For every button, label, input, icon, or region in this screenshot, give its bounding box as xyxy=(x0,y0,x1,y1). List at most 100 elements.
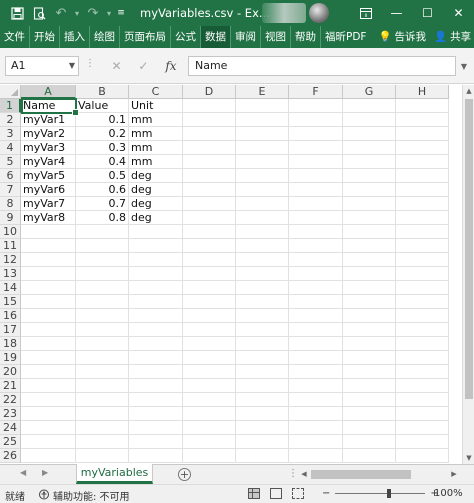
cell[interactable] xyxy=(129,337,183,351)
cell[interactable] xyxy=(343,99,396,113)
cell[interactable]: deg xyxy=(129,211,183,225)
cell[interactable] xyxy=(236,211,289,225)
cell[interactable] xyxy=(396,99,449,113)
cell[interactable] xyxy=(289,267,343,281)
cell[interactable] xyxy=(343,337,396,351)
minimize-button[interactable]: — xyxy=(381,0,412,26)
cell[interactable] xyxy=(21,365,76,379)
cell[interactable] xyxy=(343,309,396,323)
scrollbar-thumb[interactable] xyxy=(311,470,411,479)
ribbon-tab[interactable]: 页面布局 xyxy=(119,26,170,48)
previous-sheet-icon[interactable]: ◀ xyxy=(20,468,26,477)
cell[interactable] xyxy=(21,393,76,407)
row-header[interactable]: 11 xyxy=(0,239,21,253)
cell[interactable] xyxy=(343,155,396,169)
ribbon-tab[interactable]: 绘图 xyxy=(89,26,119,48)
cell[interactable] xyxy=(236,183,289,197)
cell[interactable] xyxy=(76,295,129,309)
cell[interactable] xyxy=(396,141,449,155)
scroll-down-icon[interactable]: ▼ xyxy=(463,452,474,464)
dropdown-icon[interactable]: ▾ xyxy=(104,2,114,24)
zoom-slider[interactable] xyxy=(335,489,426,498)
cell[interactable] xyxy=(396,309,449,323)
cell[interactable] xyxy=(236,435,289,449)
cell[interactable] xyxy=(236,379,289,393)
row-header[interactable]: 3 xyxy=(0,127,21,141)
cell[interactable] xyxy=(396,281,449,295)
cell[interactable] xyxy=(396,449,449,463)
cell[interactable] xyxy=(289,281,343,295)
ribbon-tab[interactable]: 公式 xyxy=(170,26,200,48)
row-header[interactable]: 6 xyxy=(0,169,21,183)
cell[interactable] xyxy=(76,267,129,281)
cell[interactable] xyxy=(236,113,289,127)
cell[interactable] xyxy=(183,295,236,309)
column-header[interactable]: A xyxy=(21,85,76,99)
cell[interactable] xyxy=(289,309,343,323)
cell[interactable] xyxy=(76,421,129,435)
cell[interactable] xyxy=(289,253,343,267)
cell[interactable] xyxy=(236,127,289,141)
cell[interactable] xyxy=(236,169,289,183)
vertical-scrollbar[interactable]: ▲ ▼ xyxy=(462,85,474,464)
cell[interactable] xyxy=(129,393,183,407)
cell[interactable] xyxy=(129,281,183,295)
cell[interactable] xyxy=(183,407,236,421)
resize-handle-icon[interactable]: ⋮ xyxy=(85,58,95,69)
cell[interactable] xyxy=(129,253,183,267)
scroll-right-icon[interactable]: ▶ xyxy=(448,468,460,481)
cell[interactable] xyxy=(21,449,76,463)
cell[interactable] xyxy=(183,309,236,323)
cell[interactable] xyxy=(396,323,449,337)
cell[interactable] xyxy=(76,239,129,253)
cell[interactable] xyxy=(21,225,76,239)
row-header[interactable]: 1 xyxy=(0,99,21,113)
cell[interactable]: myVar1 xyxy=(21,113,76,127)
column-header[interactable]: F xyxy=(289,85,343,99)
cell[interactable] xyxy=(76,351,129,365)
cell[interactable] xyxy=(396,197,449,211)
cell[interactable] xyxy=(289,99,343,113)
cell[interactable] xyxy=(236,281,289,295)
redo-icon[interactable]: ↷ xyxy=(82,2,104,24)
cell[interactable] xyxy=(343,449,396,463)
cell[interactable]: 0.7 xyxy=(76,197,129,211)
cell[interactable]: mm xyxy=(129,127,183,141)
cell[interactable] xyxy=(76,365,129,379)
row-header[interactable]: 5 xyxy=(0,155,21,169)
cell[interactable] xyxy=(343,253,396,267)
cell[interactable] xyxy=(76,281,129,295)
cell[interactable] xyxy=(343,127,396,141)
cell[interactable] xyxy=(343,211,396,225)
cell[interactable] xyxy=(76,449,129,463)
cell[interactable] xyxy=(289,435,343,449)
cell[interactable] xyxy=(183,225,236,239)
cell[interactable] xyxy=(76,253,129,267)
page-break-view-icon[interactable] xyxy=(292,488,304,499)
ribbon-tab[interactable]: 数据 xyxy=(200,26,230,48)
zoom-level[interactable]: 100% xyxy=(434,488,463,499)
cell[interactable] xyxy=(289,323,343,337)
cell[interactable] xyxy=(76,379,129,393)
ribbon-tab[interactable]: 文件 xyxy=(0,26,29,48)
cell[interactable]: Value xyxy=(76,99,129,113)
cell[interactable] xyxy=(289,127,343,141)
horizontal-scrollbar[interactable]: ◀ ▶ xyxy=(298,468,460,481)
cell[interactable] xyxy=(236,393,289,407)
maximize-button[interactable]: ☐ xyxy=(412,0,443,26)
cell[interactable] xyxy=(343,267,396,281)
cell[interactable] xyxy=(183,281,236,295)
cell[interactable] xyxy=(21,239,76,253)
cell[interactable] xyxy=(21,253,76,267)
cell[interactable] xyxy=(129,435,183,449)
cell[interactable] xyxy=(183,337,236,351)
ribbon-tab[interactable]: 福昕PDF xyxy=(320,26,370,48)
cell[interactable] xyxy=(396,295,449,309)
cell[interactable] xyxy=(183,127,236,141)
cell[interactable] xyxy=(236,239,289,253)
row-header[interactable]: 24 xyxy=(0,421,21,435)
row-header[interactable]: 14 xyxy=(0,281,21,295)
print-preview-icon[interactable] xyxy=(28,2,50,24)
cell[interactable]: deg xyxy=(129,169,183,183)
cell[interactable] xyxy=(76,225,129,239)
